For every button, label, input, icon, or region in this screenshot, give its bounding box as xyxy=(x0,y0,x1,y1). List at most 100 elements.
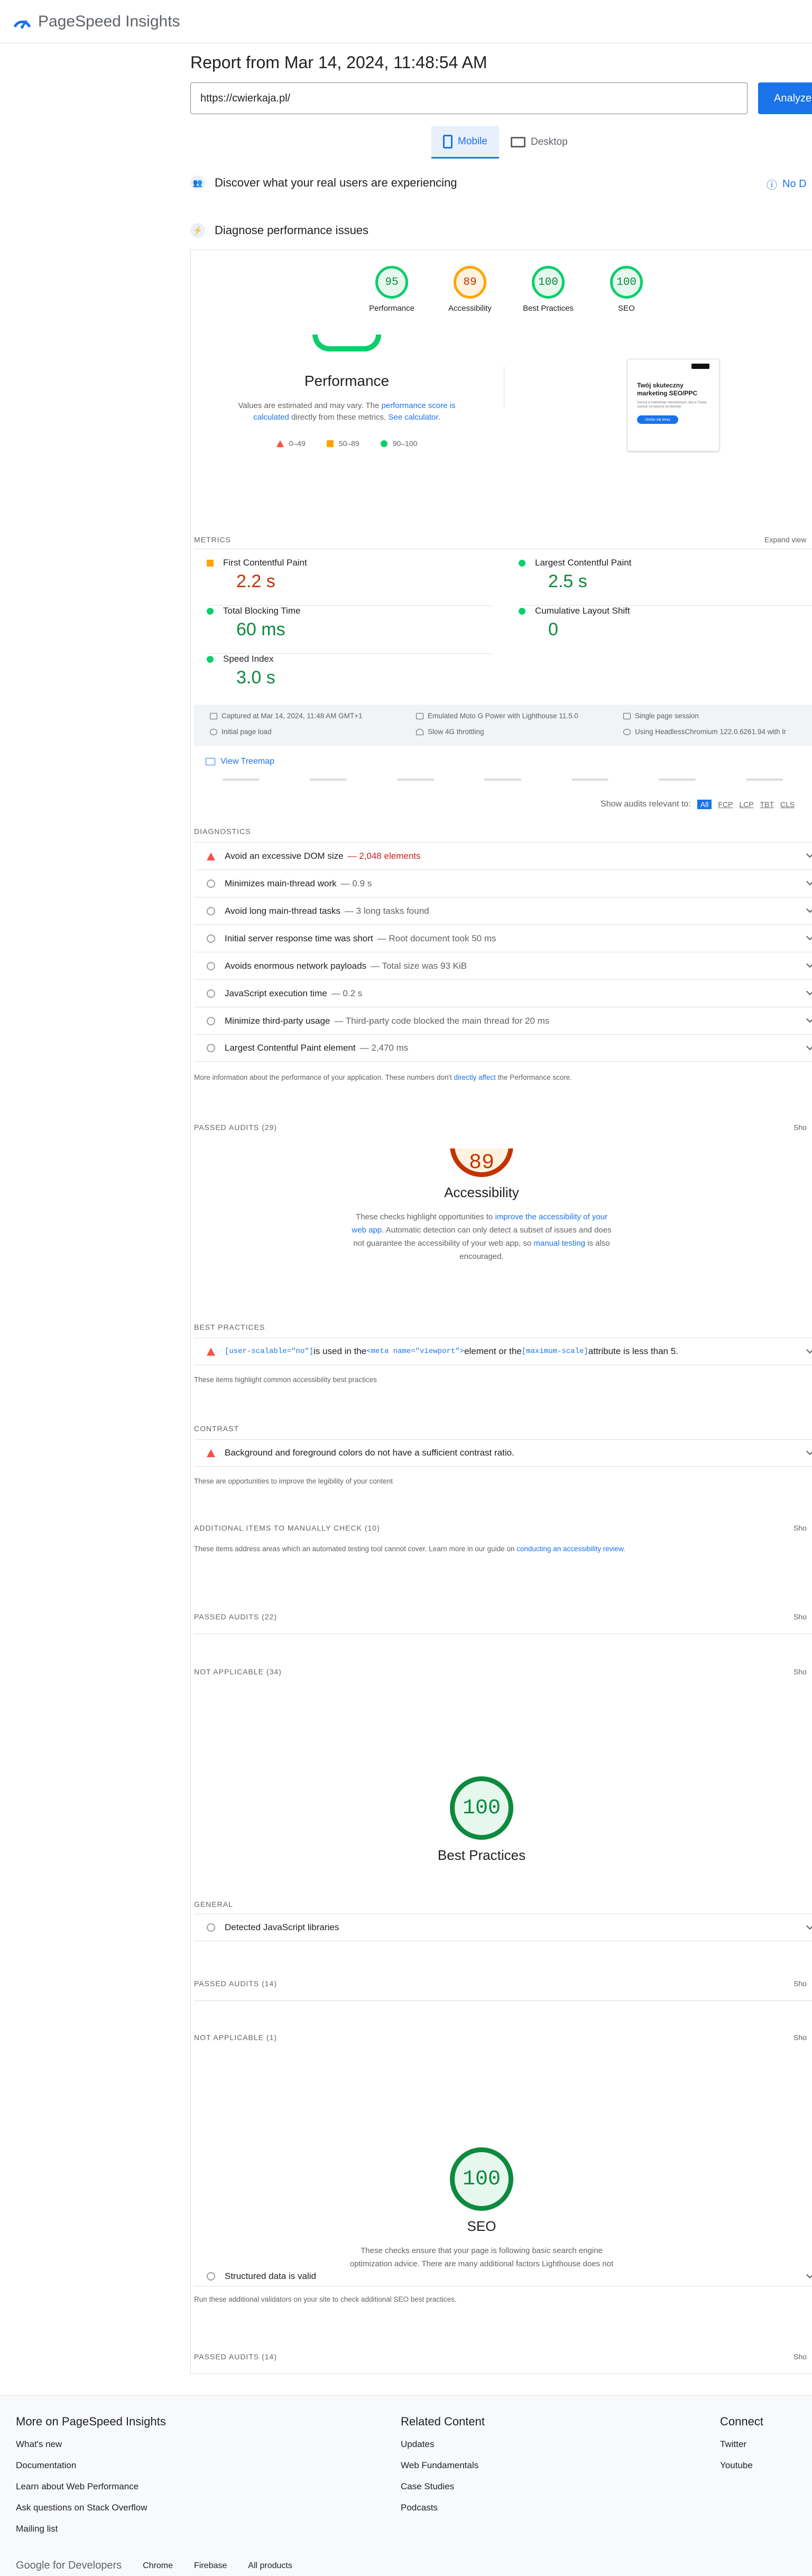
legend-label: 90–100 xyxy=(392,439,418,448)
filter-lcp[interactable]: LCP xyxy=(739,800,753,809)
accessibility-score: 89 xyxy=(468,1151,494,1175)
performance-summary: Performance Values are estimated and may… xyxy=(191,324,503,483)
google-developers-logo[interactable]: Google for Developers xyxy=(16,2560,122,2572)
expand-view-toggle[interactable]: Expand view xyxy=(764,535,806,544)
analyze-button[interactable]: Analyze xyxy=(758,82,812,114)
audit-contrast[interactable]: Background and foreground colors do not … xyxy=(194,1439,812,1467)
filter-fcp[interactable]: FCP xyxy=(718,800,733,809)
seo-passed-label[interactable]: PASSED AUDITS (14) xyxy=(194,2352,277,2361)
info-icon: ⓘ xyxy=(767,180,777,191)
app-title[interactable]: PageSpeed Insights xyxy=(38,13,180,31)
see-calculator-link[interactable]: See calculator xyxy=(388,413,438,422)
tab-mobile[interactable]: Mobile xyxy=(431,126,499,159)
show-bp-na-toggle[interactable]: Sho xyxy=(793,2033,807,2042)
show-a11y-na-toggle[interactable]: Sho xyxy=(793,1667,807,1676)
device-info[interactable]: Emulated Moto G Power with Lighthouse 11… xyxy=(416,712,578,720)
footer-link[interactable]: Youtube xyxy=(720,2460,763,2471)
browser-info[interactable]: Using HeadlessChromium 122.0.6261.94 wit… xyxy=(623,728,786,736)
audit-third-party[interactable]: Minimize third-party usage — Third-party … xyxy=(194,1007,812,1034)
footer-link[interactable]: Twitter xyxy=(720,2439,763,2450)
footer-product-link[interactable]: All products xyxy=(248,2561,292,2571)
directly-affect-link[interactable]: directly affect xyxy=(454,1073,496,1081)
filmstrip-frame xyxy=(571,779,608,781)
bp-passed-label[interactable]: PASSED AUDITS (14) xyxy=(194,1979,277,1988)
desc-text: Values are estimated and may vary. The xyxy=(238,401,382,410)
chevron-down-icon xyxy=(806,1042,812,1051)
a11y-passed-label[interactable]: PASSED AUDITS (22) xyxy=(194,1613,277,1621)
footer-link[interactable]: Mailing list xyxy=(16,2524,166,2534)
gauge-accessibility[interactable]: 89 Accessibility xyxy=(444,266,496,313)
audit-viewport-scalable[interactable]: [user-scalable="no"] is used in the <met… xyxy=(194,1338,812,1365)
footer-link[interactable]: Podcasts xyxy=(401,2503,485,2513)
show-a11y-passed-toggle[interactable]: Sho xyxy=(793,1613,807,1621)
audit-title: Largest Contentful Paint element xyxy=(225,1043,356,1053)
passed-audits-label[interactable]: PASSED AUDITS (29) xyxy=(194,1123,277,1132)
footer-product-link[interactable]: Firebase xyxy=(194,2561,227,2571)
footer-product-link[interactable]: Chrome xyxy=(143,2561,173,2571)
bp-na-label[interactable]: NOT APPLICABLE (1) xyxy=(194,2033,277,2042)
pass-icon xyxy=(380,440,387,447)
throttle-info[interactable]: Slow 4G throttling xyxy=(416,728,484,736)
audit-detail: — 3 long tasks found xyxy=(344,905,429,916)
show-bp-passed-toggle[interactable]: Sho xyxy=(793,1979,807,1988)
audit-network-payloads[interactable]: Avoids enormous network payloads — Total … xyxy=(194,952,812,979)
pagespeed-logo-icon[interactable] xyxy=(12,11,33,32)
divider xyxy=(194,2000,812,2001)
url-input[interactable]: https://cwierkaja.pl/ xyxy=(190,82,748,114)
footer-link[interactable]: What's new xyxy=(16,2439,166,2450)
metric-name: Cumulative Layout Shift xyxy=(535,606,630,616)
audit-lcp-element[interactable]: Largest Contentful Paint element — 2,470 … xyxy=(194,1034,812,1062)
audit-title: Avoids enormous network payloads xyxy=(225,960,367,971)
pass-icon xyxy=(207,655,214,663)
lighthouse-icon: ⚡ xyxy=(190,223,205,238)
chevron-down-icon xyxy=(806,1922,812,1930)
screenshot-header xyxy=(628,359,719,382)
audit-long-tasks[interactable]: Avoid long main-thread tasks — 3 long tas… xyxy=(194,897,812,924)
filter-all[interactable]: All xyxy=(697,800,712,809)
diagnose-title: Diagnose performance issues xyxy=(215,224,369,237)
view-treemap-button[interactable]: View Treemap xyxy=(206,752,285,771)
accessibility-description: These checks highlight opportunities to … xyxy=(349,1210,614,1263)
fail-icon xyxy=(207,852,215,860)
footer-bottom-bar: Google for Developers Chrome Firebase Al… xyxy=(16,2560,292,2572)
filmstrip-frame xyxy=(310,779,347,781)
info-text: Using HeadlessChromium 122.0.6261.94 wit… xyxy=(635,728,786,736)
session-info[interactable]: Single page session xyxy=(623,712,699,720)
gauge-performance[interactable]: 95 Performance xyxy=(365,266,418,313)
metric-name: First Contentful Paint xyxy=(223,558,307,568)
footer-link[interactable]: Documentation xyxy=(16,2460,166,2471)
manual-check-label[interactable]: ADDITIONAL ITEMS TO MANUALLY CHECK (10) xyxy=(194,1524,380,1532)
audit-dom-size[interactable]: Avoid an excessive DOM size — 2,048 eleme… xyxy=(194,842,812,869)
audit-server-response[interactable]: Initial server response time was short — … xyxy=(194,924,812,952)
gauge-seo[interactable]: 100 SEO xyxy=(600,266,653,313)
filmstrip-frame xyxy=(659,779,696,781)
info-circle-icon xyxy=(207,879,215,888)
manual-testing-link[interactable]: manual testing xyxy=(533,1239,585,1248)
filter-cls[interactable]: CLS xyxy=(780,800,795,809)
show-manual-toggle[interactable]: Sho xyxy=(793,1524,807,1532)
metric-name: Speed Index xyxy=(223,654,274,664)
fail-icon xyxy=(207,1449,215,1457)
footer-link[interactable]: Updates xyxy=(401,2439,485,2450)
footer-link[interactable]: Ask questions on Stack Overflow xyxy=(16,2503,166,2513)
filter-tbt[interactable]: TBT xyxy=(760,800,774,809)
audit-js-libraries[interactable]: Detected JavaScript libraries xyxy=(194,1914,812,1941)
accessibility-review-link[interactable]: conducting an accessibility review xyxy=(516,1545,623,1553)
audit-js-execution[interactable]: JavaScript execution time — 0.2 s xyxy=(194,979,812,1007)
diagnostics-label: DIAGNOSTICS xyxy=(194,827,251,836)
show-seo-passed-toggle[interactable]: Sho xyxy=(793,2352,807,2361)
a11y-na-label[interactable]: NOT APPLICABLE (34) xyxy=(194,1667,282,1676)
best-practices-score-ring: 100 xyxy=(450,1776,513,1840)
gauge-best-practices[interactable]: 100 Best Practices xyxy=(522,266,575,313)
audit-main-thread[interactable]: Minimizes main-thread work — 0.9 s xyxy=(194,869,812,897)
gauge-label: Performance xyxy=(369,304,414,313)
show-passed-toggle[interactable]: Sho xyxy=(793,1123,807,1132)
average-icon xyxy=(326,440,334,447)
footer-link[interactable]: Case Studies xyxy=(401,2481,485,2492)
footer-link[interactable]: Web Fundamentals xyxy=(401,2460,485,2471)
audit-structured-data[interactable]: Structured data is valid xyxy=(194,2268,812,2285)
metric-value: 0 xyxy=(548,619,558,640)
footer-link[interactable]: Learn about Web Performance xyxy=(16,2481,166,2492)
no-data-link[interactable]: ⓘ No D xyxy=(767,177,807,192)
tab-desktop[interactable]: Desktop xyxy=(499,126,579,159)
